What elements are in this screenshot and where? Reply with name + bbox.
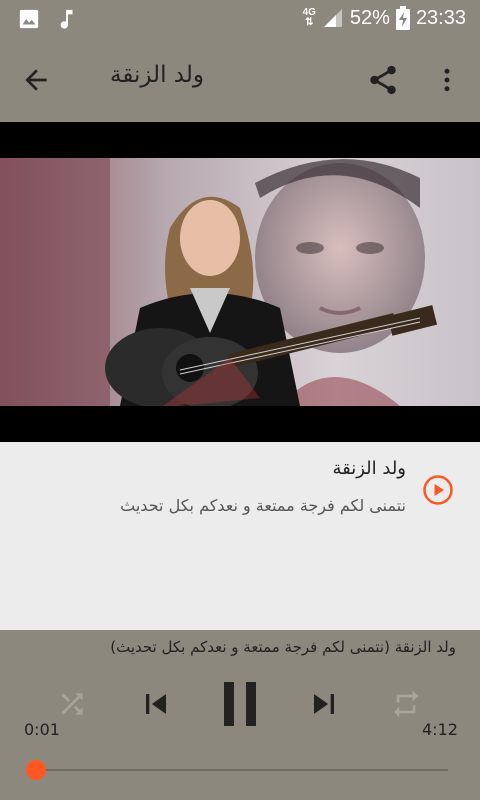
play-circle-icon[interactable] [422, 474, 454, 506]
next-icon[interactable] [304, 684, 344, 724]
music-note-icon [60, 9, 73, 29]
network-type: 4G ⇅ [302, 7, 316, 28]
more-vert-icon[interactable] [432, 64, 462, 96]
now-playing-text: ولد الزنقة (نتمنى لكم فرجة ممتعة و نعدكم… [110, 638, 456, 656]
song-title: ولد الزنقة [332, 458, 406, 479]
player-bar: ولد الزنقة (نتمنى لكم فرجة ممتعة و نعدكم… [0, 630, 480, 800]
song-card[interactable]: ولد الزنقة نتمنى لكم فرجة ممتعة و نعدكم … [0, 442, 480, 630]
app-bar: ولد الزنقة [0, 38, 480, 122]
video-frame[interactable] [0, 158, 480, 406]
previous-icon[interactable] [136, 684, 176, 724]
battery-charging-icon [395, 6, 410, 30]
video-player[interactable] [0, 122, 480, 442]
clock: 23:33 [415, 6, 466, 29]
battery-percent: 52% [349, 6, 390, 29]
back-arrow-icon[interactable] [20, 64, 52, 96]
status-bar: 4G ⇅ 52% 23:33 [0, 0, 480, 38]
elapsed-time: 0:01 [24, 720, 60, 739]
repeat-icon[interactable] [390, 688, 422, 720]
pause-icon[interactable] [216, 678, 264, 730]
seek-bar[interactable] [36, 769, 448, 771]
image-icon [19, 9, 39, 29]
song-subtitle: نتمنى لكم فرجة ممتعة و نعدكم بكل تحديث [120, 496, 406, 515]
page-title: ولد الزنقة [110, 62, 204, 88]
shuffle-icon[interactable] [56, 688, 88, 720]
video-still-image [0, 158, 480, 406]
share-icon[interactable] [366, 63, 400, 97]
seek-thumb[interactable] [26, 760, 46, 780]
signal-icon [323, 9, 342, 27]
duration-time: 4:12 [422, 720, 458, 739]
